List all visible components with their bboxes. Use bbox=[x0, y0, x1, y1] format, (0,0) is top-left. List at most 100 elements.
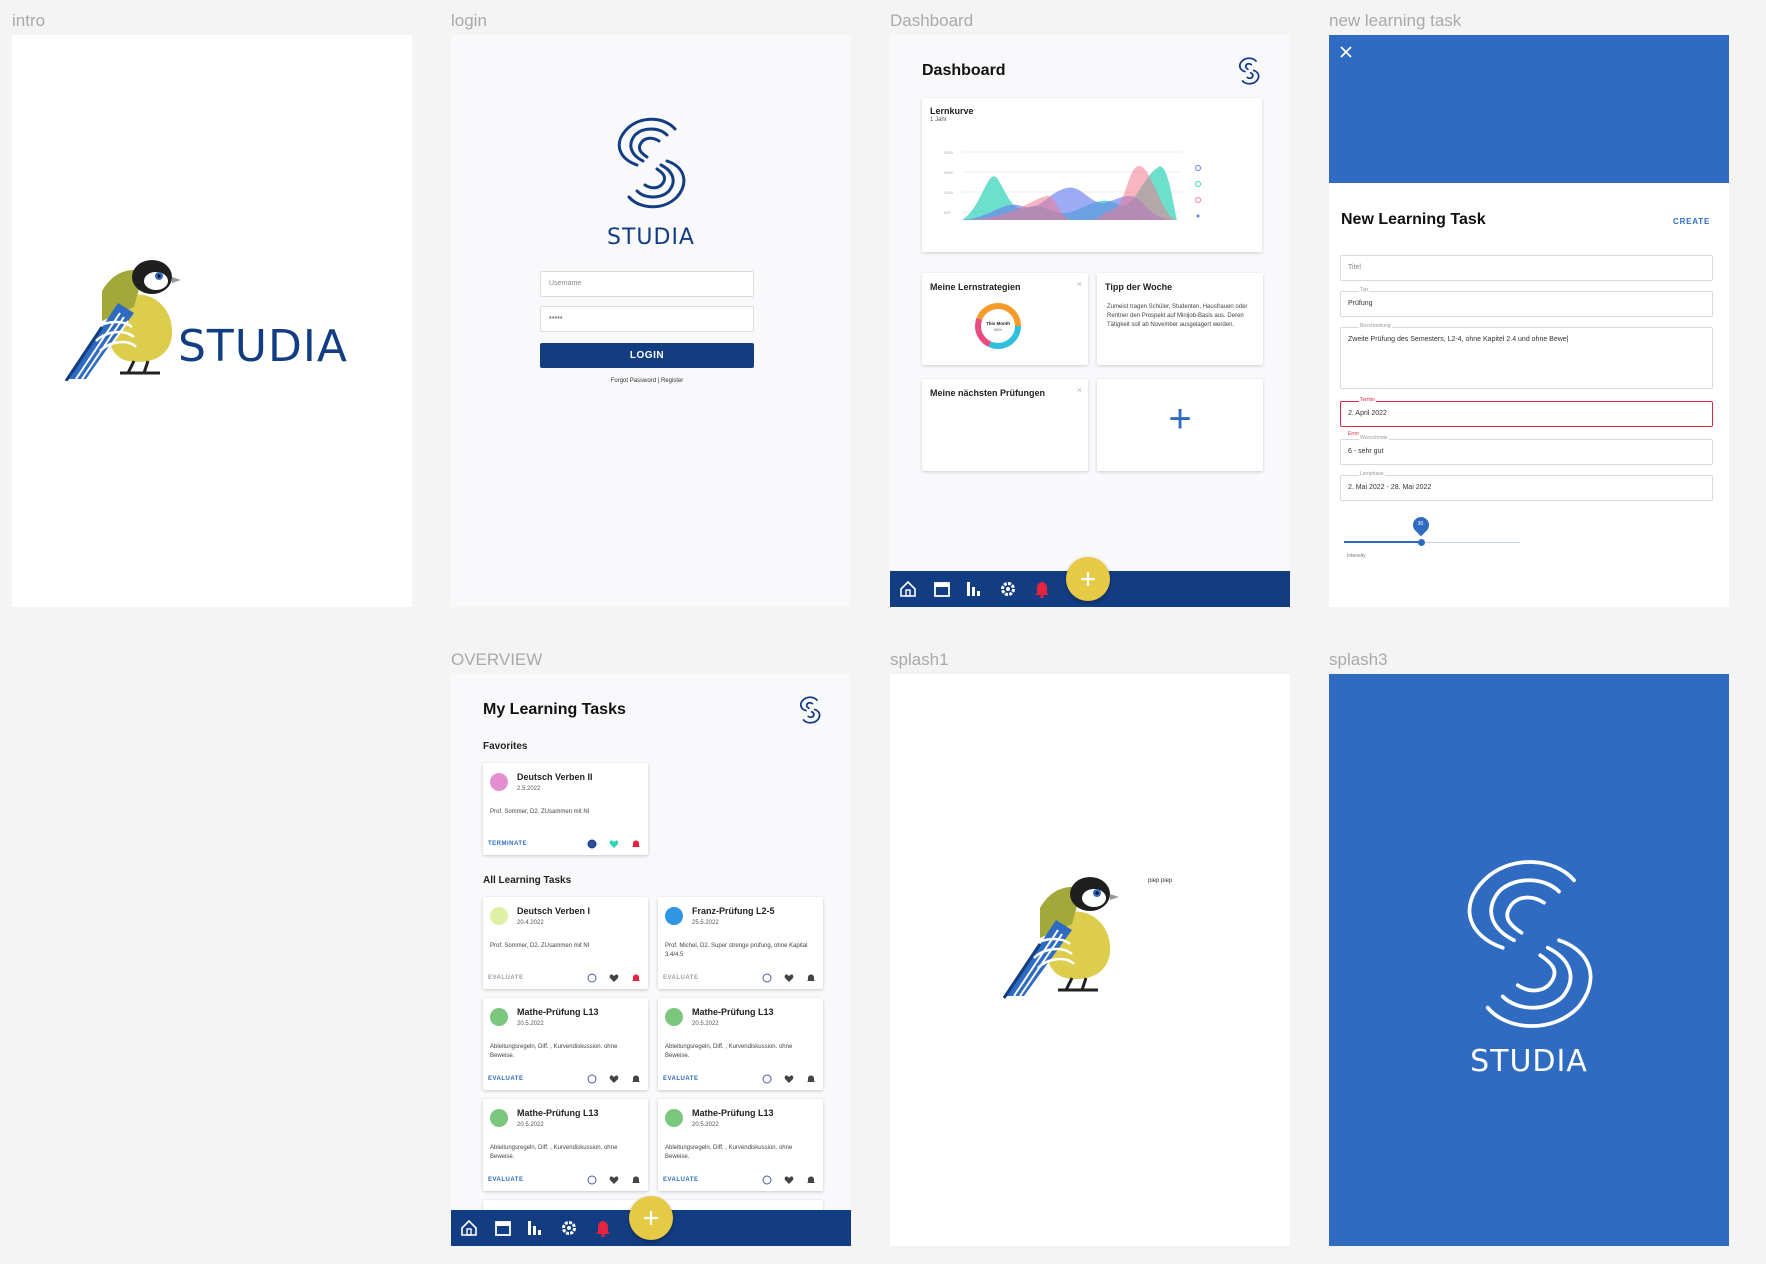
title-placeholder: Titel bbox=[1348, 264, 1361, 271]
bar-chart-icon[interactable] bbox=[525, 1218, 545, 1238]
type-field[interactable]: Typ Prüfung bbox=[1340, 287, 1713, 317]
grade-field[interactable]: Wunschnote 6 - sehr gut bbox=[1340, 435, 1713, 465]
task-date: 2.5.2022 bbox=[517, 786, 541, 792]
heart-icon[interactable] bbox=[609, 839, 619, 849]
home-icon[interactable] bbox=[459, 1218, 479, 1238]
type-label: Typ bbox=[1359, 287, 1370, 293]
strategies-card[interactable]: Meine Lernstrategien × This Month 56% bbox=[922, 273, 1088, 365]
progress-icon[interactable] bbox=[762, 973, 772, 983]
heart-icon[interactable] bbox=[609, 1074, 619, 1084]
bell-icon[interactable] bbox=[631, 1074, 641, 1084]
task-card[interactable]: Deutsch Verben I 20.4.2022 Prof. Sommer, D… bbox=[483, 897, 648, 989]
bell-icon[interactable] bbox=[1032, 579, 1052, 599]
progress-icon[interactable] bbox=[587, 839, 597, 849]
slider-label: Intensity bbox=[1347, 553, 1366, 559]
frame-label-login: login bbox=[451, 11, 487, 30]
bell-icon[interactable] bbox=[631, 839, 641, 849]
progress-icon[interactable] bbox=[762, 1175, 772, 1185]
bar-chart-icon[interactable] bbox=[964, 579, 984, 599]
title-field[interactable]: Titel bbox=[1340, 255, 1713, 281]
evaluate-button[interactable]: EVALUATE bbox=[488, 1177, 523, 1183]
create-button[interactable]: CREATE bbox=[1673, 217, 1710, 226]
evaluate-button[interactable]: EVALUATE bbox=[488, 1076, 523, 1082]
evaluate-button[interactable]: EVALUATE bbox=[663, 1076, 698, 1082]
bell-icon[interactable] bbox=[806, 1175, 816, 1185]
gear-icon[interactable] bbox=[998, 579, 1018, 599]
evaluate-button[interactable]: EVALUATE bbox=[663, 1177, 698, 1183]
frame-label-overview: OVERVIEW bbox=[451, 650, 543, 669]
overview-screen: My Learning Tasks Favorites Deutsch Verb… bbox=[451, 674, 851, 1246]
bell-icon[interactable] bbox=[806, 973, 816, 983]
heart-icon[interactable] bbox=[609, 973, 619, 983]
add-fab-button[interactable] bbox=[629, 1196, 673, 1240]
bell-icon[interactable] bbox=[593, 1218, 613, 1238]
add-fab-button[interactable] bbox=[1066, 557, 1110, 601]
gear-icon[interactable] bbox=[559, 1218, 579, 1238]
task-card[interactable]: Mathe-Prüfung L13 20.5.2022 Ableitungsrege… bbox=[658, 1099, 823, 1191]
svg-text:2000: 2000 bbox=[944, 170, 954, 175]
progress-icon[interactable] bbox=[587, 973, 597, 983]
bell-icon[interactable] bbox=[631, 1175, 641, 1185]
favorite-task-card[interactable]: Deutsch Verben II 2.5.2022 Prof. Sommer,… bbox=[483, 763, 648, 855]
learning-phase-label: Lernphase bbox=[1359, 471, 1385, 477]
password-value: ***** bbox=[549, 316, 563, 323]
logo-s-icon bbox=[1467, 860, 1593, 1028]
close-icon[interactable]: × bbox=[1077, 385, 1082, 395]
progress-icon[interactable] bbox=[762, 1074, 772, 1084]
donut-value: 56% bbox=[993, 327, 1002, 332]
task-desc: Prof. Sommer, D2. ZUsammen mit NI bbox=[490, 809, 590, 815]
plus-icon bbox=[644, 1211, 658, 1225]
forgot-register-links[interactable]: Forgot Password | Register bbox=[540, 378, 754, 384]
page-title: Dashboard bbox=[922, 62, 1006, 79]
login-button[interactable]: LOGIN bbox=[540, 343, 754, 368]
task-card[interactable]: Mathe-Prüfung L13 20.5.2022 Ableitungsrege… bbox=[483, 998, 648, 1090]
learning-phase-field[interactable]: Lernphase 2. Mai 2022 - 28. Mai 2022 bbox=[1340, 471, 1713, 501]
heart-icon[interactable] bbox=[609, 1175, 619, 1185]
username-placeholder: Username bbox=[549, 280, 582, 287]
task-color-dot bbox=[665, 1109, 683, 1127]
close-icon[interactable] bbox=[1339, 45, 1353, 59]
task-color-dot bbox=[665, 907, 683, 925]
plus-icon bbox=[1081, 572, 1095, 586]
all-tasks-heading: All Learning Tasks bbox=[483, 875, 572, 886]
task-title: Mathe-Prüfung L13 bbox=[517, 1007, 599, 1017]
password-input[interactable]: ***** bbox=[540, 306, 754, 332]
learning-curve-card[interactable]: Lernkurve 1 Jahr 3000 2000 1000 500 bbox=[922, 98, 1262, 252]
date-field[interactable]: Termin 2. April 2022 bbox=[1340, 397, 1713, 427]
evaluate-button[interactable]: EVALUATE bbox=[663, 975, 698, 981]
task-color-dot bbox=[490, 907, 508, 925]
task-desc: Prof. Sommer, D2. ZUsammen mit NI bbox=[490, 943, 590, 949]
calendar-icon[interactable] bbox=[493, 1218, 513, 1238]
progress-icon[interactable] bbox=[587, 1175, 597, 1185]
username-input[interactable]: Username bbox=[540, 271, 754, 297]
exams-title: Meine nächsten Prüfungen bbox=[930, 388, 1046, 398]
splash1-screen: piep piep bbox=[890, 674, 1290, 1246]
task-color-dot bbox=[490, 1109, 508, 1127]
home-icon[interactable] bbox=[898, 579, 918, 599]
heart-icon[interactable] bbox=[784, 973, 794, 983]
task-card[interactable]: Mathe-Prüfung L13 20.5.2022 Ableitungsrege… bbox=[483, 1099, 648, 1191]
evaluate-button[interactable]: EVALUATE bbox=[488, 975, 523, 981]
exams-card[interactable]: Meine nächsten Prüfungen × bbox=[922, 379, 1088, 471]
calendar-icon[interactable] bbox=[932, 579, 952, 599]
terminate-button[interactable]: TERMINATE bbox=[488, 841, 527, 847]
task-date: 20.4.2022 bbox=[517, 920, 544, 926]
slider-thumb[interactable] bbox=[1417, 539, 1425, 546]
progress-icon[interactable] bbox=[587, 1074, 597, 1084]
chart-card-subtitle: 1 Jahr bbox=[930, 117, 947, 123]
bell-icon[interactable] bbox=[806, 1074, 816, 1084]
tip-card[interactable]: Tipp der Woche Zumeist tragen Schüler, S… bbox=[1097, 273, 1263, 365]
close-icon[interactable]: × bbox=[1077, 279, 1082, 289]
grade-label: Wunschnote bbox=[1359, 435, 1389, 441]
heart-icon[interactable] bbox=[784, 1074, 794, 1084]
date-label: Termin bbox=[1359, 397, 1377, 403]
bell-icon[interactable] bbox=[631, 973, 641, 983]
heart-icon[interactable] bbox=[784, 1175, 794, 1185]
svg-text:500: 500 bbox=[944, 210, 951, 215]
description-field[interactable]: Beschreibung Zweite Prüfung des Semester… bbox=[1340, 323, 1713, 389]
logo-s-icon bbox=[617, 117, 686, 209]
add-widget-card[interactable]: + bbox=[1097, 379, 1263, 471]
task-card[interactable]: Franz-Prüfung L2-5 25.5.2022 Prof. Michel,… bbox=[658, 897, 823, 989]
task-card[interactable]: Mathe-Prüfung L13 20.5.2022 Ableitungsrege… bbox=[658, 998, 823, 1090]
speech-bubble-text: piep piep bbox=[1148, 878, 1173, 884]
